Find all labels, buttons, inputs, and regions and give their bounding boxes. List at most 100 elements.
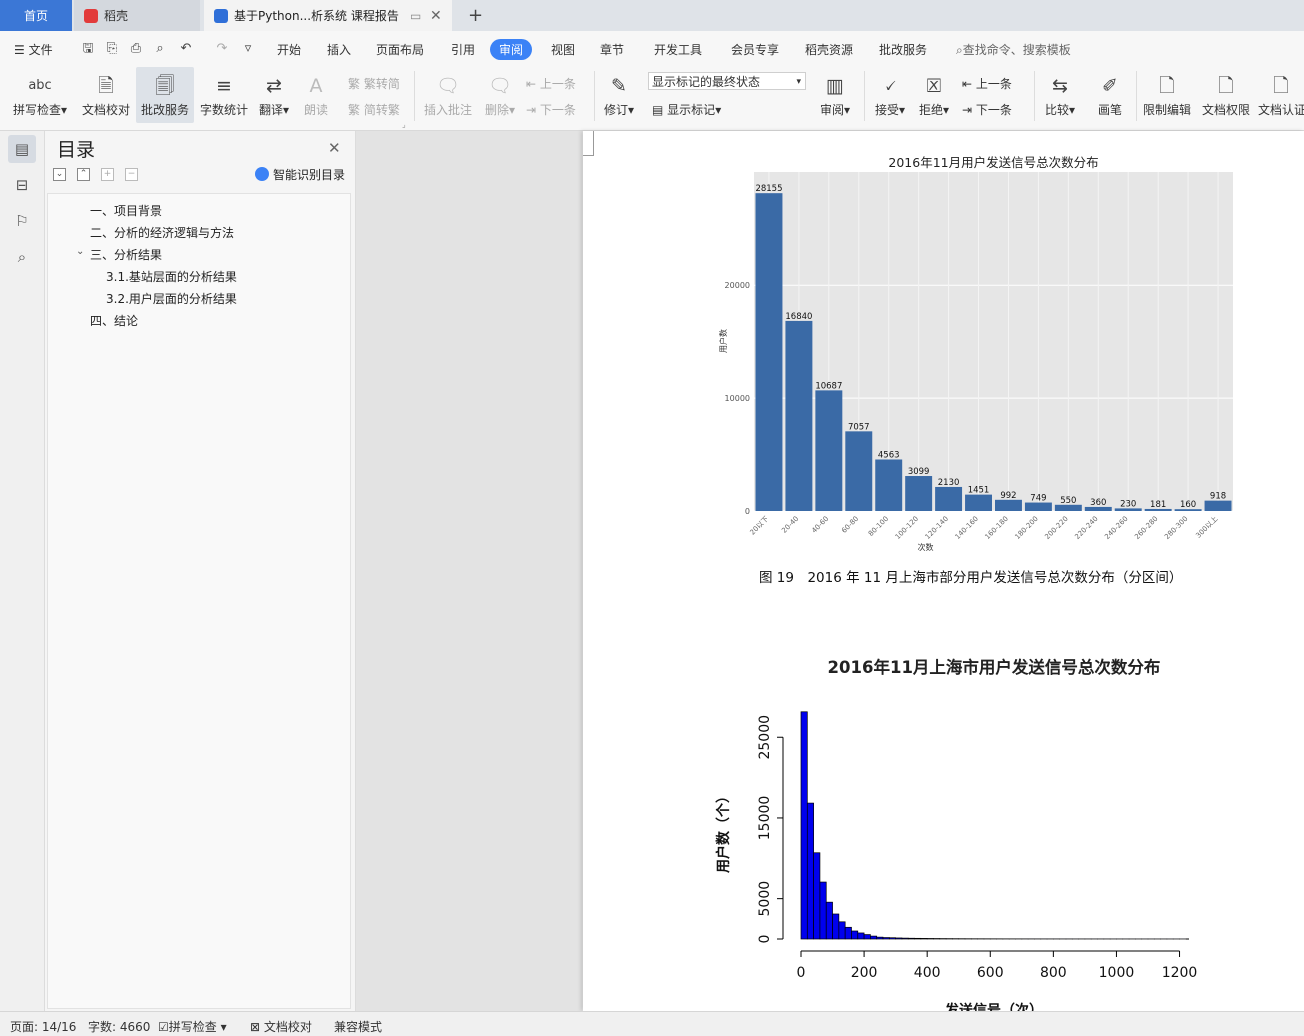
status-bar: 页面: 14/16 字数: 4660 ☑拼写检查 ▾ ⊠ 文档校对 兼容模式 (0, 1011, 1304, 1036)
export-icon[interactable]: ⎘ (104, 41, 120, 57)
status-spellcheck[interactable]: ☑拼写检查 ▾ (158, 1018, 227, 1035)
close-icon[interactable]: ✕ (328, 139, 341, 157)
data-label: 1451 (968, 486, 990, 496)
data-label: 2130 (938, 478, 960, 488)
chevron-down-icon[interactable]: ⌄ (76, 246, 84, 257)
pen-button[interactable]: ✐画笔 (1090, 67, 1130, 123)
menu-item[interactable]: 会员专享 (731, 41, 779, 58)
bar (875, 459, 902, 511)
bookmark-icon[interactable]: ⚐ (8, 207, 36, 235)
tab-home[interactable]: 首页 (0, 0, 72, 31)
show-markup-button[interactable]: ▤ 显示标记▾ (652, 101, 721, 118)
tab-document[interactable]: 基于Python...析系统 课程报告 ▭ ✕ (204, 0, 452, 31)
search-icon[interactable]: ⌕ (8, 243, 36, 271)
page-indicator[interactable]: 页面: 14/16 (10, 1018, 76, 1035)
new-tab-button[interactable]: + (458, 0, 486, 31)
histogram-chart: 0200400600800100012000500015000250002016… (583, 591, 1304, 1011)
ribbon-divider (594, 71, 595, 121)
ribbon-divider (864, 71, 865, 121)
translate-button[interactable]: ⇄翻译▾ (254, 67, 294, 123)
toc-panel-icon[interactable]: ▤ (8, 135, 36, 163)
close-tab-icon[interactable]: ✕ (430, 8, 442, 24)
print-icon[interactable]: ⎙ (128, 41, 144, 57)
menu-item[interactable]: 开始 (277, 41, 301, 58)
delete-comment-button[interactable]: 🗨删除▾ (480, 67, 520, 123)
toc-item[interactable]: 一、项目背景 (90, 202, 162, 219)
expand-up-icon[interactable]: ⌃ (77, 168, 90, 181)
menu-item[interactable]: 开发工具 (654, 41, 702, 58)
menu-item[interactable]: 批改服务 (879, 41, 927, 58)
status-doccheck[interactable]: ⊠ 文档校对 (250, 1018, 312, 1035)
toc-item[interactable]: 三、分析结果 (90, 246, 162, 263)
demote-level-icon[interactable]: − (125, 168, 138, 181)
print-preview-icon[interactable]: ⌕ (152, 41, 168, 57)
promote-level-icon[interactable]: + (101, 168, 114, 181)
collapse-all-icon[interactable]: ⌄ (53, 168, 66, 181)
chapter-nav-icon[interactable]: ⊟ (8, 171, 36, 199)
reject-button[interactable]: 🗵拒绝▾ (914, 67, 954, 123)
accept-button[interactable]: 🗸接受▾ (870, 67, 910, 123)
histogram-bar (927, 938, 933, 939)
file-menu-label: 文件 (29, 43, 53, 57)
tab-daoke[interactable]: 稻壳 (74, 0, 200, 31)
show-markup-icon: ▤ (652, 103, 663, 117)
compat-mode: 兼容模式 (334, 1018, 382, 1035)
doc-permission-button[interactable]: 🗋文档权限 (1198, 67, 1254, 123)
redo-icon[interactable]: ↷ (214, 41, 230, 57)
command-search[interactable]: ⌕查找命令、搜索模板 (956, 41, 1071, 58)
delete-label: 删除 (485, 103, 509, 117)
x-tick-label: 40-60 (810, 515, 830, 535)
read-aloud-button[interactable]: A朗读 (298, 67, 334, 123)
toc-item[interactable]: 3.1.基站层面的分析结果 (106, 268, 237, 285)
toc-item[interactable]: 二、分析的经济逻辑与方法 (90, 224, 234, 241)
menu-item[interactable]: 视图 (551, 41, 575, 58)
document-page[interactable]: 010000200002815520以下1684020-401068740-60… (583, 131, 1304, 1011)
chart-title: 2016年11月用户发送信号总次数分布 (888, 155, 1098, 170)
undo-icon[interactable]: ↶ (178, 41, 194, 57)
menu-item[interactable]: 插入 (327, 41, 351, 58)
smart-toc-button[interactable]: 智能识别目录 (255, 166, 345, 183)
save-icon[interactable]: 🖫 (80, 41, 96, 57)
restrict-edit-button[interactable]: 🗋限制编辑 (1140, 67, 1194, 123)
trad-to-simp-button[interactable]: 繁 繁转简 (348, 75, 400, 92)
doc-search-icon: 🗐 (152, 73, 178, 99)
track-changes-button[interactable]: ✎修订▾ (600, 67, 638, 123)
x-tick-label: 800 (1040, 965, 1067, 981)
customize-chevron-icon[interactable]: ▿ (240, 41, 256, 57)
spellcheck-button[interactable]: abc拼写检查▾ (8, 67, 72, 123)
menu-item[interactable]: 页面布局 (376, 41, 424, 58)
menu-item[interactable]: 审阅 (490, 39, 532, 60)
menu-item[interactable]: 章节 (600, 41, 624, 58)
x-tick-label: 160-180 (984, 515, 1010, 541)
file-menu[interactable]: ☰ 文件 (14, 41, 53, 58)
doc-check-icon: 🗎 (93, 73, 119, 99)
bar (1205, 501, 1232, 511)
figure-caption: 图 19 2016 年 11 月上海市部分用户发送信号总次数分布（分区间） (759, 566, 1182, 586)
menu-item[interactable]: 引用 (451, 41, 475, 58)
prev-comment-button[interactable]: ⇤ 上一条 (526, 75, 576, 92)
ribbon-divider (1034, 71, 1035, 121)
tab-home-label: 首页 (24, 7, 48, 24)
permission-doc-icon: 🗋 (1213, 73, 1239, 99)
prev-change-button[interactable]: ⇤ 上一条 (962, 75, 1012, 92)
next-change-button[interactable]: ⇥ 下一条 (962, 101, 1012, 118)
doc-certify-button[interactable]: 🗋文档认证 (1258, 67, 1304, 123)
dialog-launcher-icon[interactable]: ⌟ (402, 120, 406, 129)
doccheck-button[interactable]: 🗎文档校对 (78, 67, 134, 123)
menu-item[interactable]: 稻壳资源 (805, 41, 853, 58)
correction-service-button[interactable]: 🗐批改服务 (136, 67, 194, 123)
x-tick-label: 220-240 (1073, 515, 1099, 541)
wordcount-button[interactable]: ≡字数统计 (196, 67, 252, 123)
compare-button[interactable]: ⇆比较▾ (1040, 67, 1080, 123)
toc-item[interactable]: 3.2.用户层面的分析结果 (106, 290, 237, 307)
simp-to-trad-button[interactable]: 繁 简转繁 (348, 101, 400, 118)
word-count[interactable]: 字数: 4660 (88, 1018, 150, 1035)
toc-panel: 目录 ✕ ⌄ ⌃ + − 智能识别目录 一、项目背景 二、分析的经济逻辑与方法 … (45, 131, 356, 1011)
next-comment-button[interactable]: ⇥ 下一条 (526, 101, 576, 118)
toc-item[interactable]: 四、结论 (90, 312, 138, 329)
markup-state-select[interactable]: 显示标记的最终状态▾ (648, 72, 806, 90)
x-tick-label: 260-280 (1133, 515, 1159, 541)
screen-icon[interactable]: ▭ (410, 9, 421, 23)
review-pane-button[interactable]: ▥审阅▾ (814, 67, 856, 123)
insert-comment-button[interactable]: 🗨插入批注 (420, 67, 476, 123)
